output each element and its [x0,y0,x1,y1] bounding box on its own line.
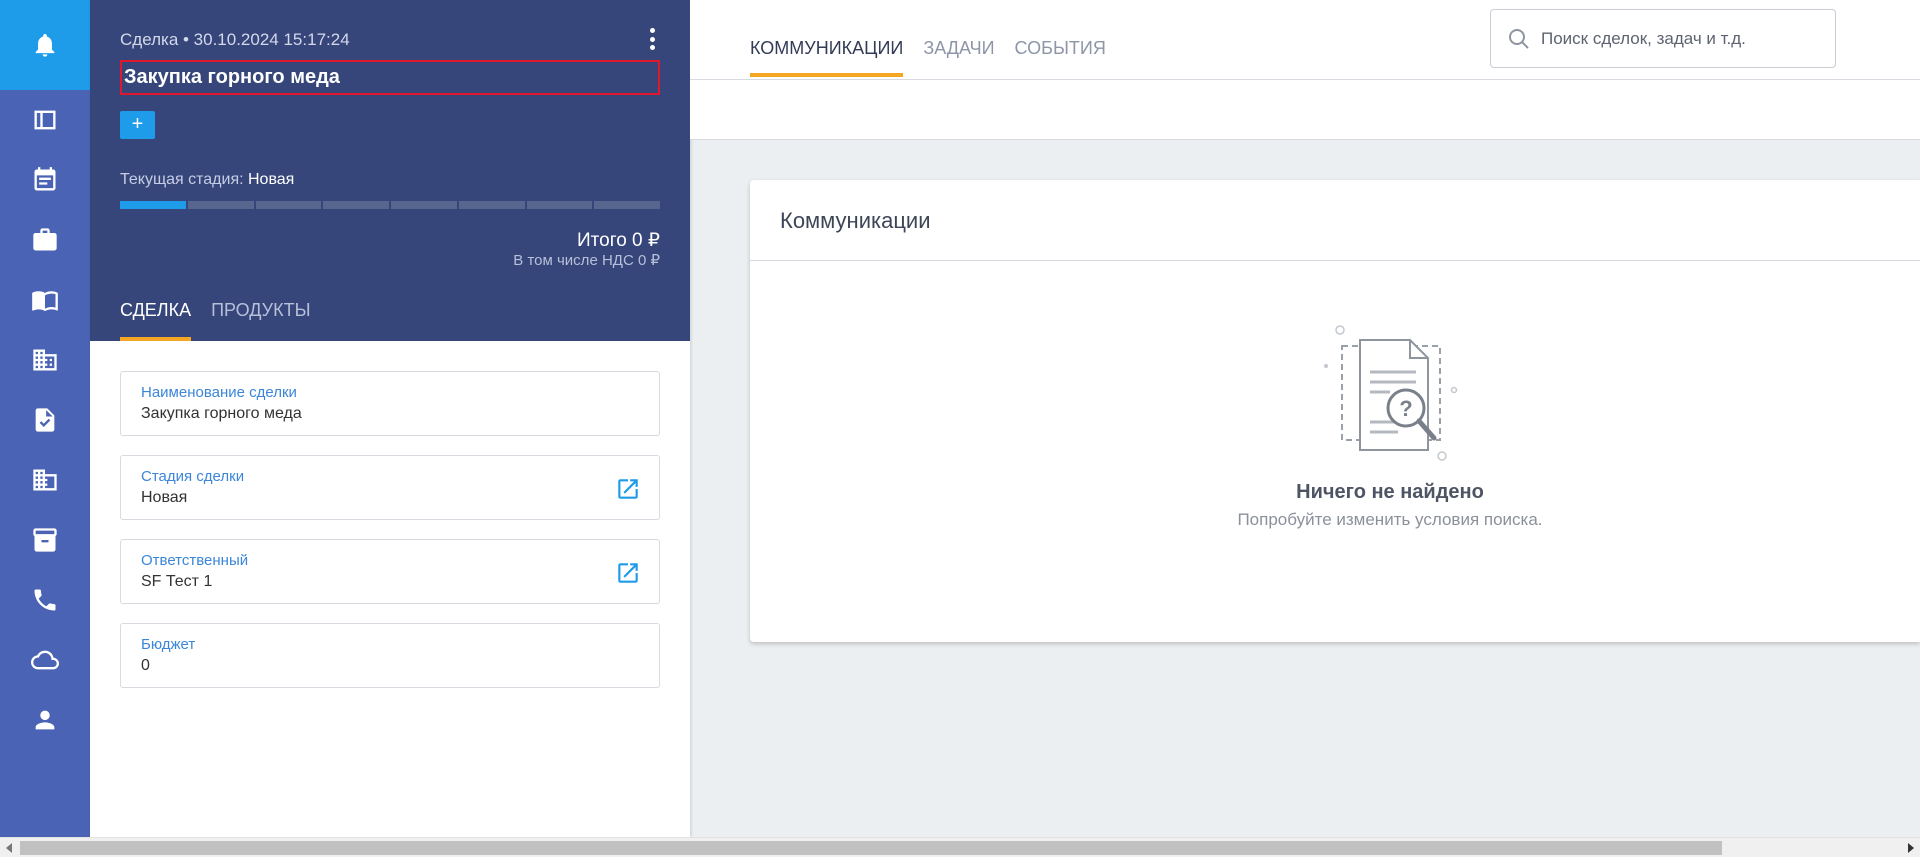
open-in-new-icon [618,479,638,499]
field-deal-stage[interactable]: Стадия сделки Новая [120,455,660,520]
scroll-right-arrow-icon[interactable] [1908,843,1914,853]
stage-segment[interactable] [594,201,660,209]
nav-calendar[interactable] [0,150,90,210]
topbar-divider [690,79,1920,80]
stage-segment[interactable] [391,201,457,209]
communications-area: КОММУНИКАЦИИ ЗАДАЧИ СОБЫТИЯ Коммуникации [690,0,1920,837]
stage-segment[interactable] [255,201,322,209]
communications-topbar: КОММУНИКАЦИИ ЗАДАЧИ СОБЫТИЯ [690,0,1920,140]
nav-documents[interactable] [0,390,90,450]
building-icon [33,349,57,371]
bell-icon [35,33,55,57]
open-in-new-icon [618,563,638,583]
deal-fields: Наименование сделки Закупка горного меда… [90,341,690,688]
open-stage-button[interactable] [615,476,641,502]
field-value: 0 [141,657,150,674]
field-value: Закупка горного меда [141,405,302,422]
scrollbar-thumb[interactable] [20,841,1722,855]
nav-knowledge[interactable] [0,270,90,330]
stage-segment[interactable] [323,201,389,209]
stage-segment[interactable] [120,201,186,209]
field-deal-name[interactable]: Наименование сделки Закупка горного меда [120,371,660,436]
nav-calls[interactable] [0,570,90,630]
deal-tabs: СДЕЛКА ПРОДУКТЫ [120,300,311,341]
deal-vat: В том числе НДС 0 ₽ [513,252,660,269]
nav-board[interactable] [0,90,90,150]
cloud-icon [31,650,59,670]
file-check-icon [35,408,55,432]
current-stage-value: Новая [248,171,295,188]
kebab-dot [649,36,655,42]
nav-archive[interactable] [0,510,90,570]
horizontal-scrollbar[interactable] [0,837,1920,857]
deal-panel: Сделка • 30.10.2024 15:17:24 Закупка гор… [90,0,690,837]
stage-progress-bar[interactable] [120,201,660,209]
communications-tabs: КОММУНИКАЦИИ ЗАДАЧИ СОБЫТИЯ [750,38,1106,77]
search-box[interactable] [1490,9,1836,68]
scroll-left-arrow-icon[interactable] [6,843,12,853]
current-stage: Текущая стадия: Новая [120,171,294,189]
kebab-dot [649,45,655,50]
open-responsible-button[interactable] [615,560,641,586]
field-value: SF Тест 1 [141,573,213,590]
more-options-button[interactable] [648,28,656,50]
document-search-icon: ? [1324,325,1458,461]
user-icon [35,710,55,730]
nav-deals[interactable] [0,210,90,270]
field-label: Стадия сделки [141,468,245,485]
calendar-icon [34,167,56,191]
briefcase-icon [33,228,57,251]
nav-cloud[interactable] [0,630,90,690]
notifications-button[interactable] [0,0,90,90]
kebab-dot [649,28,655,33]
field-label: Ответственный [141,552,249,569]
tab-communications[interactable]: КОММУНИКАЦИИ [750,38,904,77]
stage-segment[interactable] [187,201,254,209]
nav-profile[interactable] [0,690,90,750]
tab-events[interactable]: СОБЫТИЯ [1015,38,1106,77]
company-icon [33,469,57,491]
deal-meta: Сделка • 30.10.2024 15:17:24 [120,30,350,49]
deal-title[interactable]: Закупка горного меда [120,60,660,95]
nav-rail [0,0,90,837]
communications-card: Коммуникации ? Ничего не найдено Попробу… [750,180,1920,642]
stage-segment[interactable] [526,201,593,209]
stage-segment[interactable] [458,201,525,209]
tab-tasks[interactable]: ЗАДАЧИ [923,38,994,77]
search-icon [1509,28,1529,49]
book-icon [32,291,58,312]
deal-header: Сделка • 30.10.2024 15:17:24 Закупка гор… [90,0,690,341]
board-icon [34,110,56,130]
nav-organizations[interactable] [0,450,90,510]
field-responsible[interactable]: Ответственный SF Тест 1 [120,539,660,604]
add-button[interactable]: + [120,111,155,139]
field-value: Новая [141,489,188,506]
field-budget[interactable]: Бюджет 0 [120,623,660,688]
tab-products[interactable]: ПРОДУКТЫ [211,300,310,341]
field-label: Бюджет [141,636,196,653]
phone-icon [34,589,56,611]
svg-text:?: ? [1399,396,1412,421]
card-title: Коммуникации [750,180,1920,261]
empty-state: ? Ничего не найдено Попробуйте изменить … [750,325,1920,530]
empty-title: Ничего не найдено [1296,481,1484,503]
nav-companies[interactable] [0,330,90,390]
search-input[interactable] [1541,28,1821,49]
empty-subtitle: Попробуйте изменить условия поиска. [1237,510,1543,529]
tab-deal[interactable]: СДЕЛКА [120,300,192,341]
current-stage-label: Текущая стадия: [120,171,248,188]
deal-total: Итого 0 ₽ [576,230,660,251]
archive-icon [33,528,57,552]
field-label: Наименование сделки [141,384,297,401]
